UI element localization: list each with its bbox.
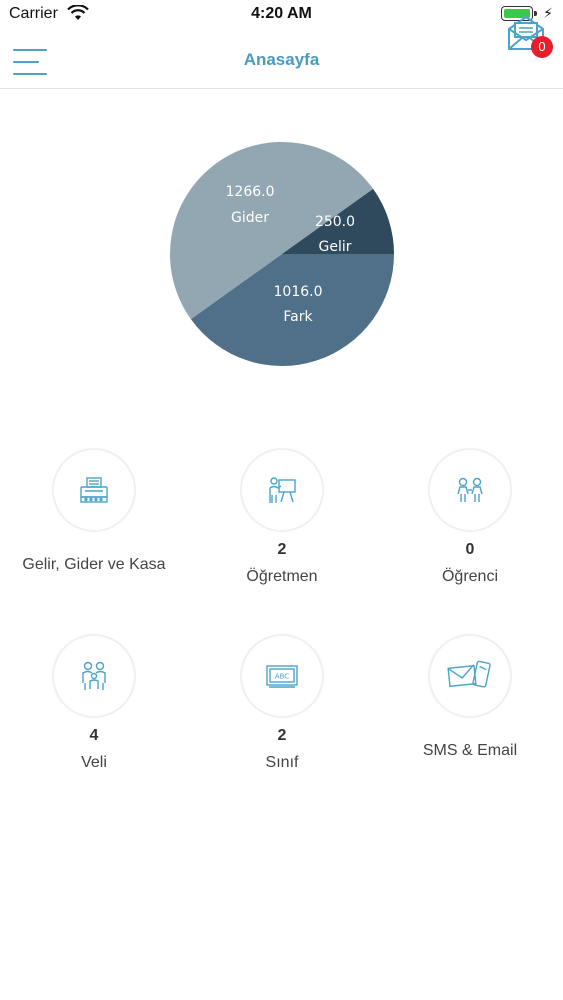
- menu-tile-classroom-board[interactable]: ABC 2 Sınıf: [188, 634, 376, 784]
- pie-value-label-fark: 1016.0: [274, 284, 323, 300]
- menu-label: Öğrenci: [441, 568, 499, 585]
- notification-badge: 0: [531, 36, 553, 58]
- menu-tile-cash-register[interactable]: Gelir, Gider ve Kasa: [0, 448, 188, 598]
- pie-chart: 1016.0 Fark 1266.0 Gider 250.0 Gelir: [170, 142, 394, 366]
- navigation-bar: Anasayfa: [0, 30, 563, 89]
- menu-count: 2: [277, 541, 287, 558]
- menu-label: Veli: [81, 754, 107, 771]
- pie-value-label-gider: 1266.0: [226, 184, 275, 200]
- menu-count: 2: [277, 727, 287, 744]
- menu-label: Sınıf: [265, 754, 299, 771]
- pie-value-label-gelir: 250.0: [315, 214, 355, 230]
- menu-icon-circle[interactable]: [240, 448, 324, 532]
- menu-icon-circle[interactable]: [52, 634, 136, 718]
- pie-name-label-gelir: Gelir: [319, 239, 352, 255]
- pie-name-label-gider: Gider: [231, 210, 269, 226]
- menu-label: Öğretmen: [246, 568, 318, 585]
- menu-label: SMS & Email: [422, 742, 518, 759]
- menu-icon-circle[interactable]: ABC: [240, 634, 324, 718]
- menu-icon-circle[interactable]: [52, 448, 136, 532]
- status-bar: Carrier 4:20 AM ⚡: [0, 0, 563, 30]
- menu-icon-circle[interactable]: [428, 448, 512, 532]
- menu-tile-sms-email[interactable]: SMS & Email: [376, 634, 563, 784]
- menu-label: Gelir, Gider ve Kasa: [22, 556, 166, 573]
- menu-icon-circle[interactable]: [428, 634, 512, 718]
- menu-count: 0: [465, 541, 475, 558]
- menu-tile-teacher[interactable]: 2 Öğretmen: [188, 448, 376, 598]
- status-time: 4:20 AM: [251, 5, 312, 22]
- svg-text:ABC: ABC: [275, 673, 289, 681]
- pie-name-label-fark: Fark: [283, 309, 313, 325]
- page-title: Anasayfa: [243, 50, 320, 69]
- menu-tile-parents[interactable]: 4 Veli: [0, 634, 188, 784]
- menu-tile-students[interactable]: 0 Öğrenci: [376, 448, 563, 598]
- menu-count: 4: [89, 727, 99, 744]
